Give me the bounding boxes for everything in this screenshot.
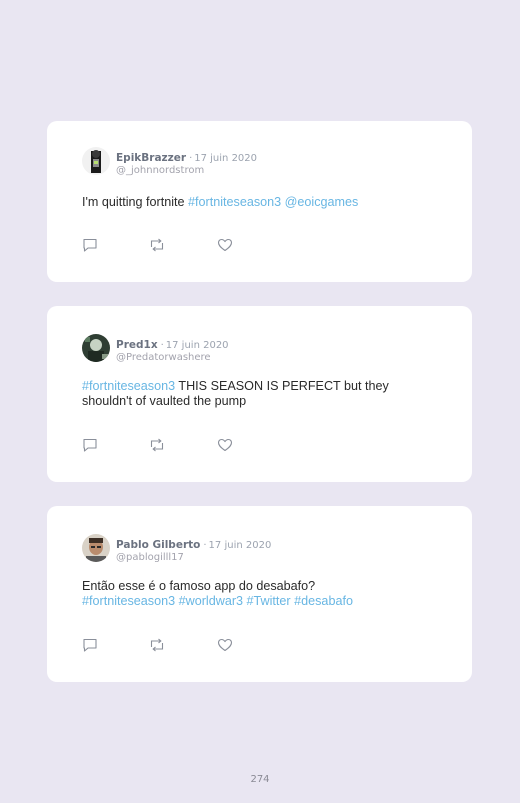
tweet-actions [82, 438, 233, 452]
tweet-actions [82, 238, 233, 252]
hashtag-link[interactable]: #worldwar3 [179, 594, 243, 608]
tweet-header: Pablo Gilberto · 17 juin 2020 @pablogilll1… [82, 534, 271, 564]
avatar[interactable] [82, 534, 110, 562]
speech-bubble-icon[interactable] [82, 438, 98, 452]
tweet-hashtags-line: #fortniteseason3 #worldwar3 #Twitter #de… [82, 594, 427, 609]
tweet-card: Pablo Gilberto · 17 juin 2020 @pablogilll1… [47, 506, 472, 682]
heart-icon[interactable] [217, 238, 233, 252]
separator-dot: · [189, 153, 193, 164]
avatar[interactable] [82, 334, 110, 362]
tweet-date[interactable]: 17 juin 2020 [194, 153, 257, 164]
tweet-actions [82, 638, 233, 652]
tweet-card: Pred1x · 17 juin 2020 @Predatorwashere #fo… [47, 306, 472, 482]
tweet-text: I'm quitting fortnite #fortniteseason3 @… [82, 195, 427, 210]
page-number: 274 [250, 774, 270, 785]
display-name[interactable]: Pablo Gilberto [116, 539, 200, 551]
user-meta: Pred1x · 17 juin 2020 @Predatorwashere [116, 334, 229, 364]
hashtag-link[interactable]: #fortniteseason3 [188, 195, 281, 209]
retweet-arrows-icon[interactable] [149, 438, 165, 452]
text-segment: I'm quitting fortnite [82, 195, 189, 209]
tweet-text: #fortniteseason3 THIS SEASON IS PERFECT … [82, 379, 427, 409]
user-handle[interactable]: @_johnnordstrom [116, 165, 257, 177]
display-name[interactable]: EpikBrazzer [116, 152, 186, 164]
hashtag-link[interactable]: #fortniteseason3 [82, 594, 175, 608]
separator-dot: · [160, 340, 164, 351]
user-meta: EpikBrazzer · 17 juin 2020 @_johnnordstrom [116, 147, 257, 177]
hashtag-link[interactable]: #Twitter [247, 594, 291, 608]
tweet-date[interactable]: 17 juin 2020 [209, 540, 272, 551]
mention-link[interactable]: @eoicgames [285, 195, 359, 209]
speech-bubble-icon[interactable] [82, 238, 98, 252]
heart-icon[interactable] [217, 438, 233, 452]
tweet-date[interactable]: 17 juin 2020 [166, 340, 229, 351]
user-handle[interactable]: @pablogilll17 [116, 552, 271, 564]
tweet-text-line: Então esse é o famoso app do desabafo? [82, 579, 316, 593]
avatar[interactable] [82, 147, 110, 175]
user-handle[interactable]: @Predatorwashere [116, 352, 229, 364]
hashtag-link[interactable]: #fortniteseason3 [82, 379, 175, 393]
retweet-arrows-icon[interactable] [149, 238, 165, 252]
separator-dot: · [203, 540, 207, 551]
tweet-header: EpikBrazzer · 17 juin 2020 @_johnnordstrom [82, 147, 257, 177]
speech-bubble-icon[interactable] [82, 638, 98, 652]
user-meta: Pablo Gilberto · 17 juin 2020 @pablogilll1… [116, 534, 271, 564]
tweet-header: Pred1x · 17 juin 2020 @Predatorwashere [82, 334, 229, 364]
retweet-arrows-icon[interactable] [149, 638, 165, 652]
hashtag-link[interactable]: #desabafo [294, 594, 353, 608]
tweet-text: Então esse é o famoso app do desabafo? #… [82, 579, 427, 609]
tweet-card: EpikBrazzer · 17 juin 2020 @_johnnordstrom… [47, 121, 472, 282]
heart-icon[interactable] [217, 638, 233, 652]
display-name[interactable]: Pred1x [116, 339, 158, 351]
